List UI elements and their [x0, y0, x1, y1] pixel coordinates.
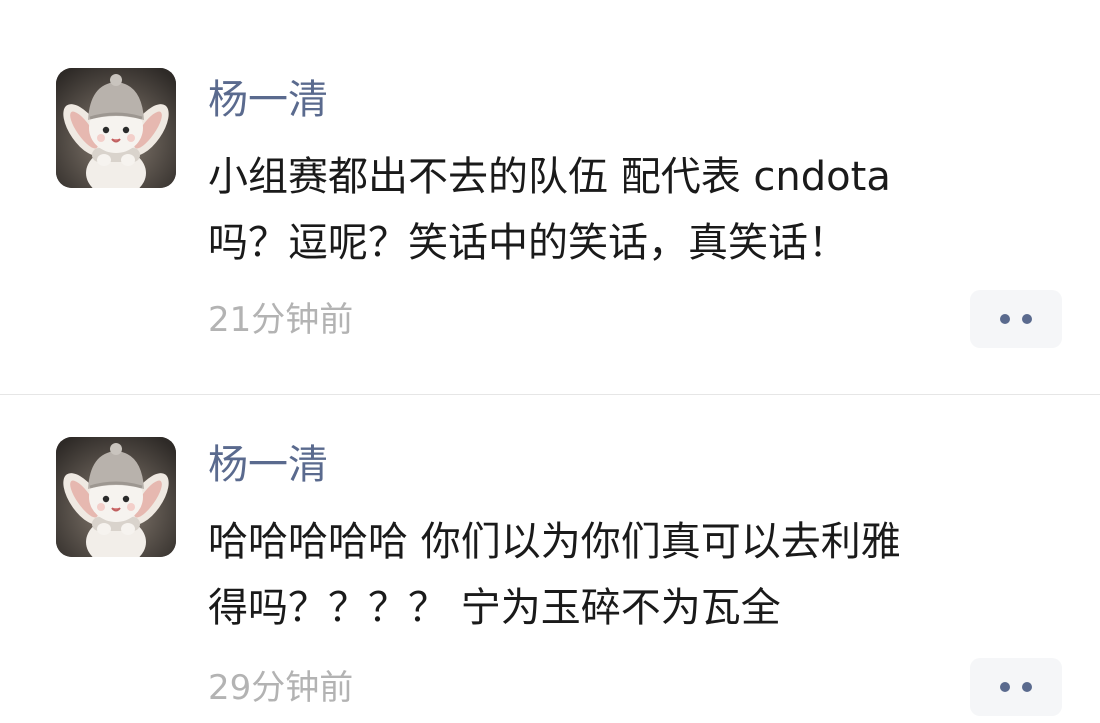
more-options-button[interactable] [970, 658, 1062, 716]
username[interactable]: 杨一清 [208, 441, 328, 489]
timestamp: 21分钟前 [208, 300, 354, 340]
comment-item: 杨一清 哈哈哈哈哈 你们以为你们真可以去利雅 得吗？？？？ 宁为玉碎不为瓦全 2… [0, 395, 1100, 723]
comment-text-line: 得吗？？？？ 宁为玉碎不为瓦全 [208, 585, 781, 631]
comment-text: 哈哈哈哈哈 你们以为你们真可以去利雅 得吗？？？？ 宁为玉碎不为瓦全 [208, 509, 1058, 641]
more-options-button[interactable] [970, 290, 1062, 348]
comment-text-line: 哈哈哈哈哈 你们以为你们真可以去利雅 [208, 519, 901, 565]
more-dots-icon [1022, 314, 1032, 324]
comment-text-line: 吗？逗呢？笑话中的笑话，真笑话！ [208, 220, 848, 266]
username[interactable]: 杨一清 [208, 76, 328, 124]
comment-item: 杨一清 小组赛都出不去的队伍 配代表 cndota 吗？逗呢？笑话中的笑话，真笑… [0, 0, 1100, 394]
rabbit-avatar-icon [56, 68, 176, 188]
avatar[interactable] [56, 68, 176, 188]
more-dots-icon [1022, 682, 1032, 692]
avatar[interactable] [56, 437, 176, 557]
rabbit-avatar-icon [56, 437, 176, 557]
comment-text-line: 小组赛都出不去的队伍 配代表 cndota [208, 154, 891, 200]
more-dots-icon [1000, 314, 1010, 324]
more-dots-icon [1000, 682, 1010, 692]
timestamp: 29分钟前 [208, 668, 354, 708]
comment-text: 小组赛都出不去的队伍 配代表 cndota 吗？逗呢？笑话中的笑话，真笑话！ [208, 144, 1058, 276]
